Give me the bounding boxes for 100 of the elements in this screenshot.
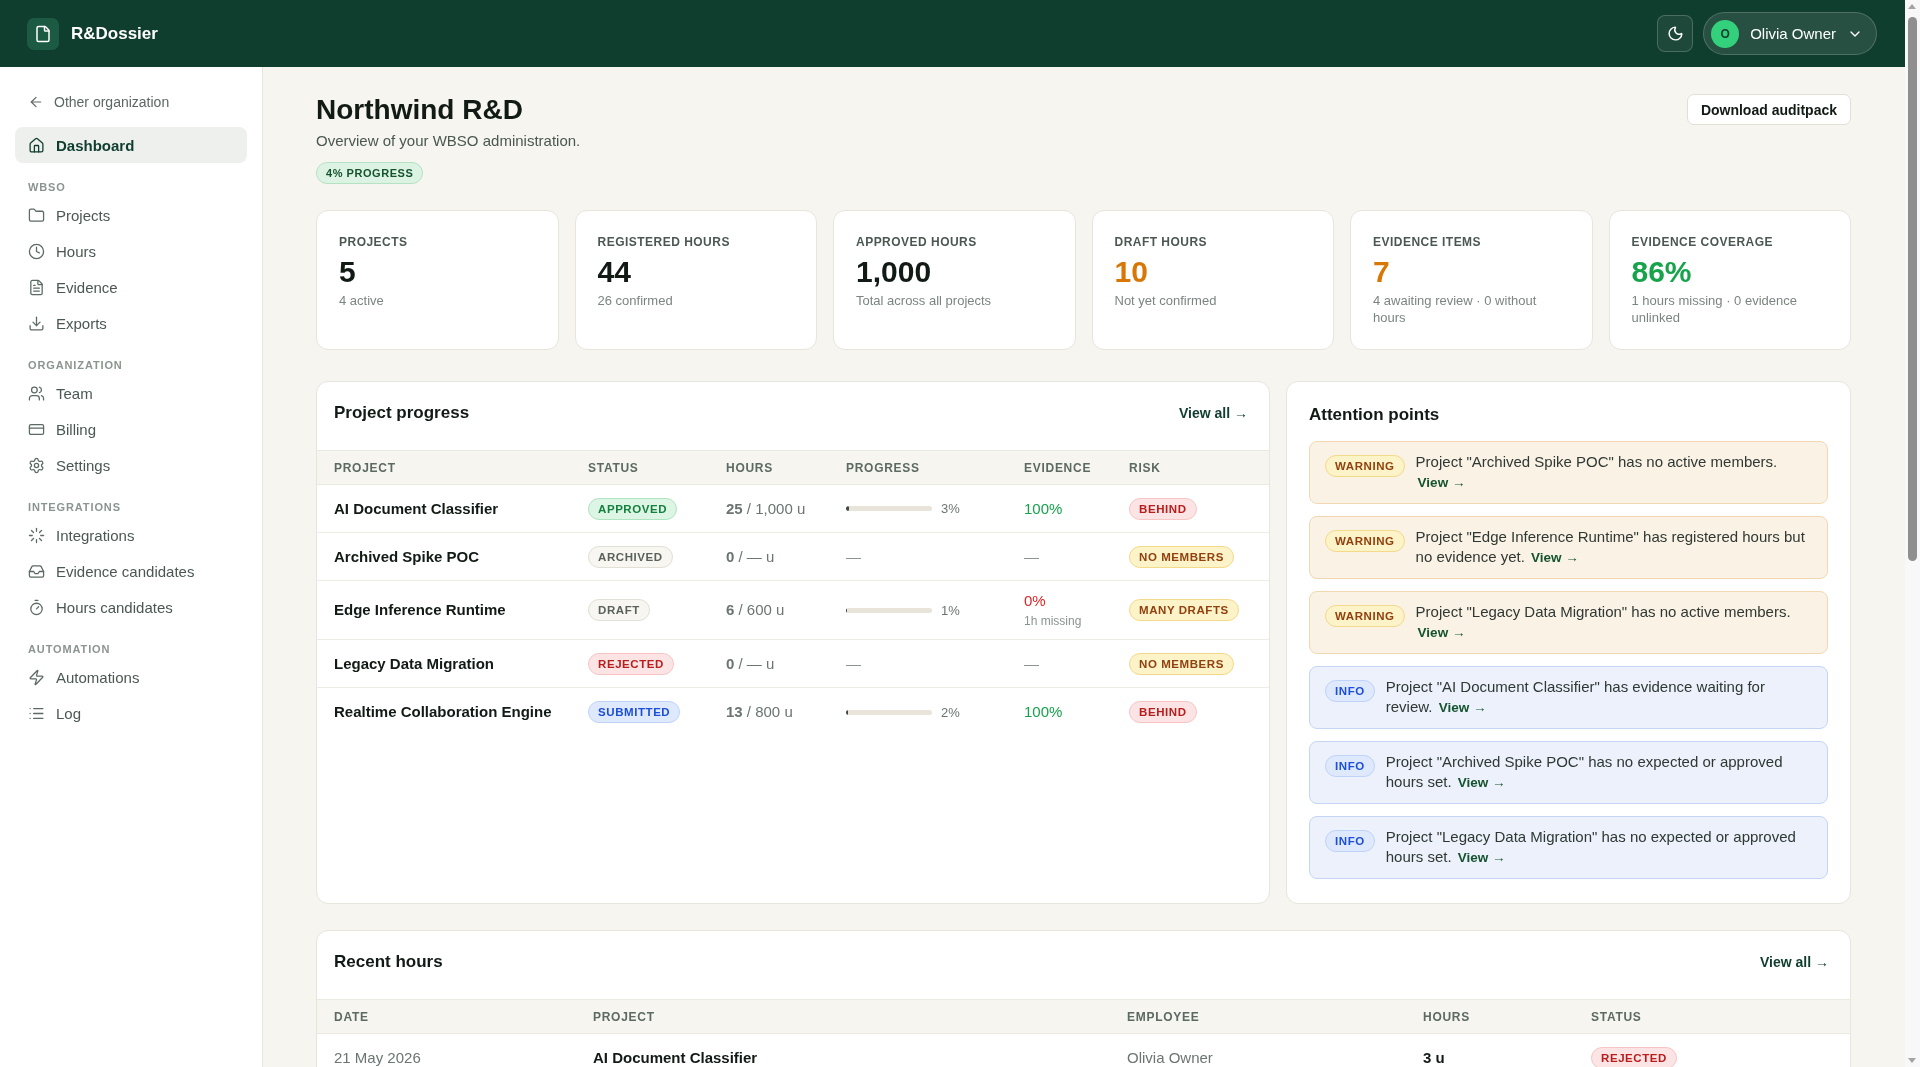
view-link[interactable]: View → bbox=[1417, 475, 1466, 490]
view-all-link[interactable]: View all → bbox=[1760, 954, 1829, 970]
risk-badge: NO MEMBERS bbox=[1129, 545, 1234, 568]
stat-note: Not yet confirmed bbox=[1114, 292, 1217, 309]
attention-text: Project "Legacy Data Migration" has no expected or approved hours set. View → bbox=[1385, 827, 1797, 867]
progress-reading: 3% bbox=[941, 501, 960, 516]
nav-item[interactable]: Dashboard bbox=[15, 127, 247, 163]
download-button[interactable]: Download auditpack bbox=[1686, 94, 1851, 125]
status-badge: APPROVED bbox=[588, 497, 678, 520]
view-all-link[interactable]: View all → bbox=[1179, 405, 1248, 421]
card-title: Recent hours bbox=[334, 951, 443, 973]
severity-badge: WARNING bbox=[1325, 530, 1405, 552]
user-menu-button[interactable]: O Olivia Owner bbox=[1703, 12, 1877, 55]
nav-item[interactable]: Exports bbox=[15, 305, 247, 341]
hours-value: 6 / 600 u bbox=[726, 600, 785, 620]
section-label: INTEGRATIONS bbox=[27, 501, 122, 513]
back-link[interactable]: Other organization bbox=[15, 91, 247, 113]
project-name: Archived Spike POC bbox=[334, 546, 480, 567]
stat-label: EVIDENCE COVERAGE bbox=[1631, 235, 1774, 249]
column-header: STATUS bbox=[588, 460, 640, 475]
stat-value: 1,000 bbox=[856, 254, 932, 290]
clock-icon bbox=[28, 242, 45, 260]
risk-badge: MANY DRAFTS bbox=[1129, 599, 1239, 621]
stat-note: 4 active bbox=[339, 292, 384, 309]
column-header: EVIDENCE bbox=[1024, 460, 1093, 475]
evidence-value: — bbox=[1024, 653, 1039, 674]
nav-item[interactable]: Hours bbox=[15, 233, 247, 269]
project-name: AI Document Classifier bbox=[334, 498, 499, 519]
date-cell: 21 May 2026 bbox=[334, 1048, 421, 1067]
scrollbar[interactable] bbox=[1905, 0, 1920, 1067]
column-header: HOURS bbox=[726, 460, 774, 475]
stat-note: 26 confirmed bbox=[597, 292, 673, 309]
evidence-value: — bbox=[1024, 546, 1039, 567]
risk-badge: BEHIND bbox=[1129, 497, 1197, 520]
stat-note: Total across all projects bbox=[856, 292, 992, 309]
view-link[interactable]: View → bbox=[1417, 625, 1466, 640]
status-badge: REJECTED bbox=[588, 652, 674, 675]
severity-badge: INFO bbox=[1325, 755, 1375, 777]
logo-icon bbox=[27, 17, 59, 50]
spinner-icon bbox=[28, 526, 45, 544]
stat-note: 4 awaiting review · 0 without hours bbox=[1373, 292, 1538, 326]
nav-item[interactable]: Projects bbox=[15, 197, 247, 233]
project-name: Realtime Collaboration Engine bbox=[334, 702, 552, 722]
nav-item[interactable]: Integrations bbox=[15, 517, 247, 553]
gear-icon bbox=[28, 456, 45, 474]
view-link[interactable]: View → bbox=[1438, 700, 1487, 715]
card-title: Attention points bbox=[1309, 404, 1441, 426]
status-badge: SUBMITTED bbox=[588, 701, 681, 723]
hours-value: 25 / 1,000 u bbox=[726, 498, 806, 519]
column-header: RISK bbox=[1129, 460, 1162, 475]
project-name: Legacy Data Migration bbox=[334, 653, 495, 674]
hours-value: 3 u bbox=[1423, 1048, 1445, 1067]
view-link[interactable]: View → bbox=[1531, 550, 1579, 565]
nav-item[interactable]: Team bbox=[15, 375, 247, 411]
nav-item[interactable]: Evidence candidates bbox=[15, 553, 247, 589]
stat-note: 1 hours missing · 0 evidence unlinked bbox=[1631, 292, 1798, 326]
attention-text: Project "Archived Spike POC" has no active members. View → bbox=[1415, 452, 1779, 492]
hours-value: 13 / 800 u bbox=[726, 702, 793, 722]
stat-label: REGISTERED HOURS bbox=[597, 235, 730, 249]
severity-badge: WARNING bbox=[1325, 455, 1405, 477]
hours-value: 0 / — u bbox=[726, 546, 775, 567]
risk-badge: NO MEMBERS bbox=[1129, 652, 1234, 675]
stat-label: PROJECTS bbox=[339, 235, 408, 249]
stat-label: EVIDENCE ITEMS bbox=[1373, 235, 1482, 249]
project-name: AI Document Classifier bbox=[593, 1048, 758, 1067]
nav-item[interactable]: Evidence bbox=[15, 269, 247, 305]
nav-item[interactable]: Hours candidates bbox=[15, 589, 247, 625]
project-name: Edge Inference Runtime bbox=[334, 600, 506, 620]
document-icon bbox=[28, 278, 45, 296]
stat-value: 5 bbox=[339, 254, 356, 290]
column-header: PROJECT bbox=[593, 1009, 656, 1024]
column-header: STATUS bbox=[1591, 1009, 1643, 1024]
stat-label: APPROVED HOURS bbox=[856, 235, 977, 249]
hours-value: 0 / — u bbox=[726, 653, 775, 674]
progress-reading: — bbox=[846, 548, 861, 565]
severity-badge: INFO bbox=[1325, 830, 1375, 852]
house-icon bbox=[28, 136, 45, 154]
nav-item[interactable]: Automations bbox=[15, 659, 247, 695]
section-label: WBSO bbox=[27, 181, 67, 193]
moon-icon bbox=[1666, 25, 1684, 42]
view-link[interactable]: View → bbox=[1457, 775, 1506, 790]
stat-value: 10 bbox=[1114, 254, 1148, 290]
lightning-icon bbox=[28, 668, 45, 686]
download-icon bbox=[28, 314, 45, 332]
page-title: Northwind R&D bbox=[316, 93, 523, 127]
theme-toggle-button[interactable] bbox=[1657, 15, 1694, 52]
evidence-value: 100% bbox=[1024, 702, 1063, 722]
progress-reading: — bbox=[846, 655, 861, 672]
progress-reading: 1% bbox=[941, 602, 960, 618]
nav-item[interactable]: Settings bbox=[15, 447, 247, 483]
severity-badge: WARNING bbox=[1325, 605, 1405, 627]
user-avatar: O bbox=[1711, 19, 1740, 48]
employee-cell: Olivia Owner bbox=[1127, 1048, 1213, 1067]
column-header: PROGRESS bbox=[846, 460, 921, 475]
nav-item[interactable]: Log bbox=[15, 695, 247, 731]
evidence-value: 0% bbox=[1024, 591, 1046, 611]
view-link[interactable]: View → bbox=[1457, 850, 1506, 865]
nav-item[interactable]: Billing bbox=[15, 411, 247, 447]
attention-text: Project "Archived Spike POC" has no expected or approved hours set. View → bbox=[1385, 752, 1784, 792]
column-header: EMPLOYEE bbox=[1127, 1009, 1201, 1024]
